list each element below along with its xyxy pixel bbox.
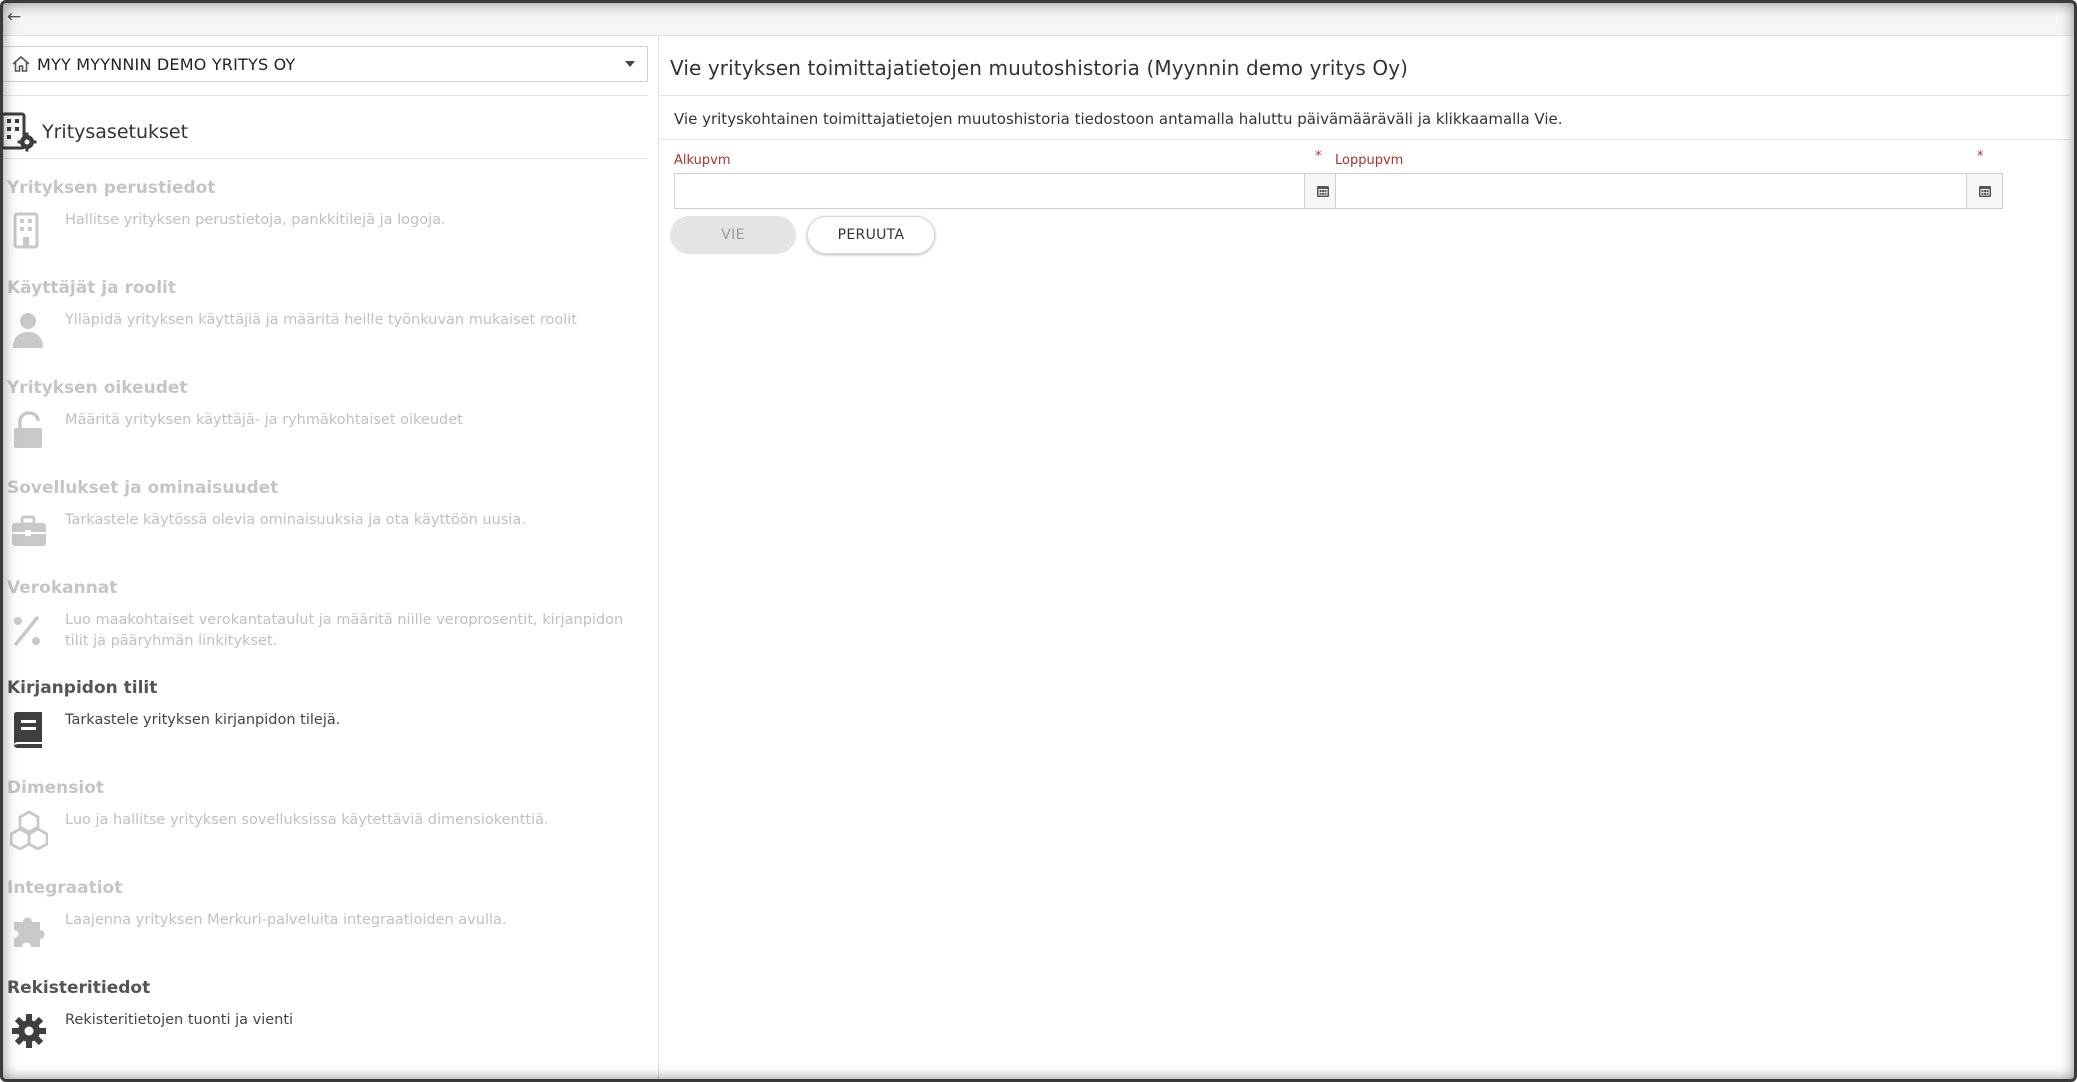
building-icon [13,212,39,249]
puzzle-icon [14,917,45,947]
page-title: Vie yrityksen toimittajatietojen muutosh… [670,56,1409,80]
settings-section-rekisteritiedot[interactable]: Rekisteritiedot Rekisteritietojen tuonti… [0,978,650,1076]
gear-icon [12,1014,46,1048]
percent-icon [14,616,40,646]
settings-section-oikeudet[interactable]: Yrityksen oikeudet Määritä yrityksen käy… [0,378,650,476]
settings-section-sovellukset[interactable]: Sovellukset ja ominaisuudet Tarkastele k… [0,478,650,576]
end-date-calendar-button[interactable] [1967,173,2003,209]
settings-section-perustiedot[interactable]: Yrityksen perustiedot Hallitse yrityksen… [0,178,650,276]
cancel-button[interactable]: PERUUTA [807,216,935,254]
start-date-label: Alkupvm [674,153,731,168]
settings-section-kayttajat[interactable]: Käyttäjät ja roolit Ylläpidä yrityksen k… [0,278,650,376]
section-title: Verokannat [7,578,118,598]
briefcase-icon [12,515,46,546]
settings-section-dimensiot[interactable]: Dimensiot Luo ja hallitse yrityksen sove… [0,778,650,876]
start-date-input[interactable] [674,173,1305,209]
company-selector-value: MYY MYYNNIN DEMO YRITYS OY [37,54,296,74]
divider [660,139,2070,140]
section-description: Määritä yrityksen käyttäjä- ja ryhmäkoht… [65,412,463,428]
end-date-label: Loppupvm [1335,153,1404,168]
section-description: Tarkastele yrityksen kirjanpidon tilejä. [65,712,341,728]
settings-header: Yritysasetukset [0,108,188,156]
section-title: Rekisteritiedot [7,978,151,998]
settings-section-integraatiot[interactable]: Integraatiot Laajenna yrityksen Merkuri-… [0,878,650,976]
instructions-text: Vie yrityskohtainen toimittajatietojen m… [674,110,1563,128]
user-icon [13,313,43,348]
unlock-icon [14,411,42,448]
company-selector[interactable]: MYY MYYNNIN DEMO YRITYS OY [2,46,648,82]
main-content: Vie yrityksen toimittajatietojen muutosh… [660,36,2077,1082]
end-date-input[interactable] [1335,173,1967,209]
section-title: Yrityksen oikeudet [7,378,188,398]
settings-title: Yritysasetukset [42,121,189,143]
section-title: Integraatiot [7,878,123,898]
settings-section-verokannat[interactable]: Verokannat Luo maakohtaiset verokantatau… [0,578,650,676]
back-button[interactable]: ← [3,6,25,28]
divider [2,158,648,159]
arrow-left-icon: ← [6,7,22,27]
section-title: Kirjanpidon tilit [7,678,158,698]
section-description: Laajenna yrityksen Merkuri-palveluita in… [65,912,507,928]
section-title: Dimensiot [7,778,105,798]
book-icon [14,712,42,748]
section-title: Käyttäjät ja roolit [7,278,177,298]
section-title: Sovellukset ja ominaisuudet [7,478,279,498]
section-title: Yrityksen perustiedot [7,178,216,198]
section-description: Tarkastele käytössä olevia ominaisuuksia… [65,512,526,528]
section-description: Luo ja hallitse yrityksen sovelluksissa … [65,812,549,828]
top-bar: ← [0,0,2077,36]
settings-section-kirjanpidon-tilit[interactable]: Kirjanpidon tilit Tarkastele yrityksen k… [0,678,650,776]
section-description: Rekisteritietojen tuonti ja vienti [65,1012,294,1028]
export-button[interactable]: VIE [670,216,796,254]
section-description: Luo maakohtaiset verokantataulut ja määr… [65,612,624,649]
calendar-icon [1978,186,1991,197]
required-indicator: * [1315,149,1322,164]
home-icon [12,55,30,72]
divider [660,95,2070,96]
divider [2,95,648,96]
building-gear-icon [0,112,37,152]
required-indicator: * [1977,149,1984,164]
section-description: Hallitse yrityksen perustietoja, pankkit… [65,212,446,228]
cubes-icon [10,810,48,850]
calendar-icon [1316,186,1329,197]
section-description: Ylläpidä yrityksen käyttäjiä ja määritä … [65,312,577,328]
settings-sidebar: MYY MYYNNIN DEMO YRITYS OY Yritysasetuks… [0,36,659,1082]
chevron-down-icon [625,61,635,67]
